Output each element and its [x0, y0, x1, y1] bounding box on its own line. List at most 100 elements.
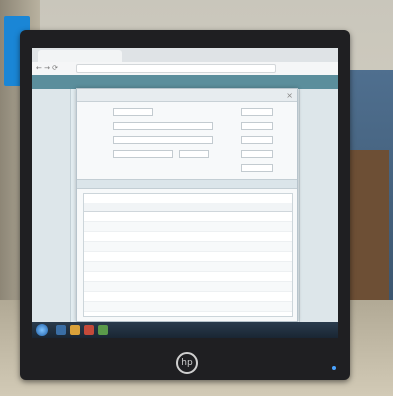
table-cell: [188, 211, 214, 222]
column-header[interactable]: [214, 203, 240, 212]
taskbar-clock[interactable]: [312, 324, 334, 336]
table-row[interactable]: [84, 301, 292, 312]
table-row[interactable]: [84, 211, 292, 222]
table-cell: [188, 281, 214, 292]
table-cell: [162, 301, 188, 312]
table-cell: [240, 221, 266, 232]
table-cell: [110, 291, 136, 302]
table-cell: [188, 221, 214, 232]
field-input[interactable]: [241, 136, 273, 144]
table-row[interactable]: [84, 241, 292, 252]
table-cell: [266, 271, 292, 282]
table-cell: [162, 221, 188, 232]
table-cell: [266, 291, 292, 302]
browser-tab[interactable]: [38, 50, 122, 62]
power-led-icon: [332, 366, 336, 370]
table-cell: [110, 271, 136, 282]
table-cell: [136, 241, 162, 252]
table-cell: [266, 281, 292, 292]
monitor-screen: ← → ⟳ ×: [32, 48, 338, 338]
table-cell: [188, 251, 214, 262]
table-row[interactable]: [84, 251, 292, 262]
table-cell: [240, 291, 266, 302]
table-cell: [240, 251, 266, 262]
column-header[interactable]: [136, 203, 162, 212]
table-cell: [214, 301, 240, 312]
table-row[interactable]: [84, 291, 292, 302]
table-cell: [84, 231, 110, 242]
start-button-icon[interactable]: [36, 324, 48, 336]
table-cell: [266, 301, 292, 312]
page-sidebar: [32, 89, 71, 322]
detail-modal: ×: [76, 88, 298, 322]
form-row: [83, 150, 283, 159]
address-input[interactable]: [76, 64, 276, 73]
field-input[interactable]: [179, 150, 209, 158]
table-cell: [162, 251, 188, 262]
table-cell: [110, 301, 136, 312]
table-cell: [266, 261, 292, 272]
table-cell: [214, 241, 240, 252]
field-input[interactable]: [113, 108, 153, 116]
field-input[interactable]: [241, 150, 273, 158]
table-cell: [214, 271, 240, 282]
field-input[interactable]: [241, 108, 273, 116]
table-cell: [188, 291, 214, 302]
field-input[interactable]: [113, 122, 213, 130]
table-cell: [214, 231, 240, 242]
table-row[interactable]: [84, 261, 292, 272]
table-cell: [214, 281, 240, 292]
section-header: [77, 179, 297, 189]
field-input[interactable]: [241, 122, 273, 130]
table-cell: [214, 251, 240, 262]
table-cell: [188, 241, 214, 252]
column-header[interactable]: [162, 203, 188, 212]
table-cell: [136, 211, 162, 222]
form-row: [83, 122, 283, 131]
field-input[interactable]: [113, 136, 213, 144]
field-input[interactable]: [113, 150, 173, 158]
modal-header: ×: [77, 89, 297, 102]
table-title: [84, 194, 292, 203]
table-cell: [162, 281, 188, 292]
table-cell: [84, 301, 110, 312]
table-cell: [136, 261, 162, 272]
hp-logo: hp: [176, 352, 198, 374]
monitor: ← → ⟳ × hp: [20, 30, 350, 380]
form-row: [83, 164, 283, 173]
app-icon[interactable]: [98, 325, 108, 335]
table-cell: [240, 231, 266, 242]
browser-icon[interactable]: [84, 325, 94, 335]
table-cell: [110, 221, 136, 232]
table-cell: [110, 241, 136, 252]
column-header[interactable]: [110, 203, 136, 212]
folder-icon[interactable]: [70, 325, 80, 335]
explorer-icon[interactable]: [56, 325, 66, 335]
column-header[interactable]: [266, 203, 292, 212]
table-cell: [188, 301, 214, 312]
field-input[interactable]: [241, 164, 273, 172]
column-header[interactable]: [84, 203, 110, 212]
table-cell: [84, 241, 110, 252]
table-cell: [84, 281, 110, 292]
column-header[interactable]: [240, 203, 266, 212]
browser-nav-buttons[interactable]: ← → ⟳: [36, 64, 58, 72]
detail-form: [77, 102, 297, 178]
table-cell: [136, 251, 162, 262]
table-row[interactable]: [84, 221, 292, 232]
form-row: [83, 108, 283, 117]
table-row[interactable]: [84, 281, 292, 292]
table-row[interactable]: [84, 231, 292, 242]
table-cell: [110, 281, 136, 292]
table-cell: [266, 241, 292, 252]
table-cell: [136, 231, 162, 242]
table-cell: [162, 231, 188, 242]
windows-taskbar: [32, 322, 338, 338]
table-row[interactable]: [84, 271, 292, 282]
table-cell: [214, 261, 240, 272]
column-header[interactable]: [188, 203, 214, 212]
page-right-panel: [299, 89, 338, 322]
table-cell: [188, 261, 214, 272]
table-cell: [162, 291, 188, 302]
close-icon[interactable]: ×: [286, 90, 293, 102]
